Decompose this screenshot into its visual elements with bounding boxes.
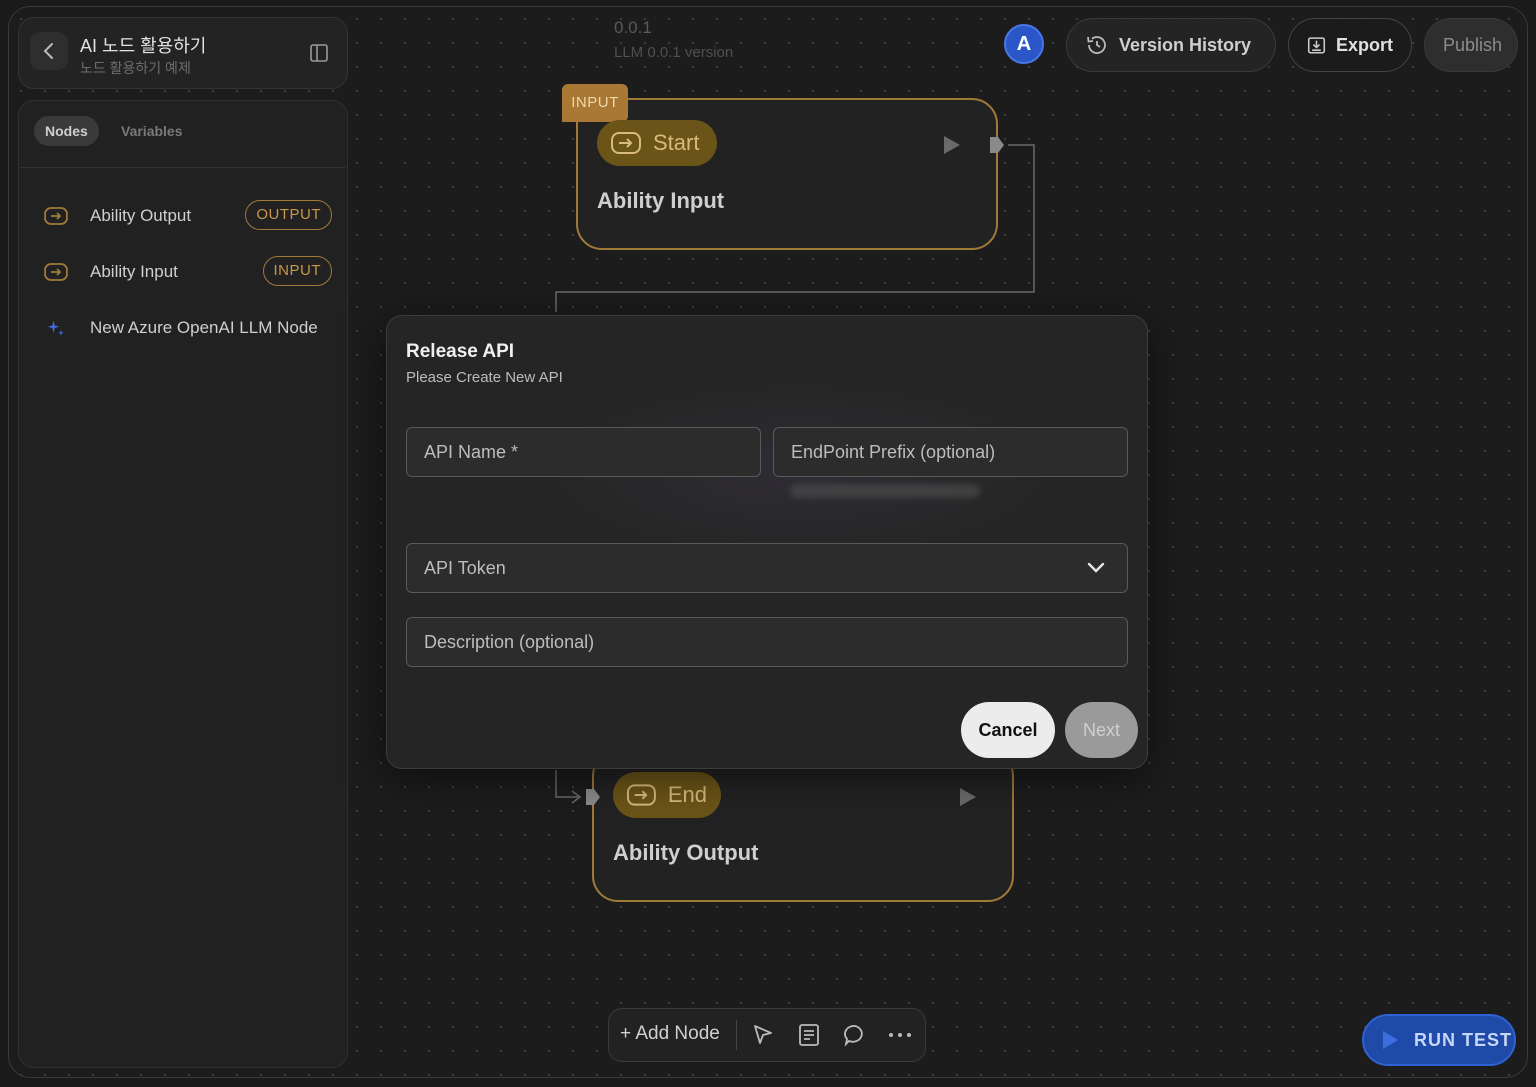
note-icon[interactable] (796, 1022, 822, 1048)
api-token-select-value: API Token (424, 558, 506, 578)
description-placeholder: Description (optional) (424, 632, 595, 652)
output-port-icon[interactable] (988, 135, 1006, 155)
start-pill: Start (597, 120, 717, 166)
chevron-down-icon (1087, 562, 1105, 573)
run-node-icon[interactable] (960, 788, 976, 806)
cancel-button[interactable]: Cancel (961, 702, 1055, 758)
io-arrow-icon (627, 784, 656, 806)
description-input[interactable]: Description (optional) (406, 617, 1128, 667)
endpoint-helper-text (790, 484, 980, 498)
api-name-placeholder: API Name * (424, 442, 519, 462)
run-node-icon[interactable] (944, 136, 960, 154)
end-pill: End (613, 772, 721, 818)
pointer-icon[interactable] (750, 1022, 776, 1048)
play-icon (1383, 1031, 1398, 1049)
start-pill-label: Start (653, 130, 700, 155)
more-icon[interactable] (887, 1022, 913, 1048)
run-test-button[interactable]: RUN TEST (1362, 1014, 1516, 1066)
input-port-icon[interactable] (584, 787, 602, 807)
dialog-subtitle: Please Create New API (406, 369, 563, 386)
endpoint-prefix-input[interactable]: EndPoint Prefix (optional) (773, 427, 1128, 477)
io-arrow-icon (611, 132, 641, 154)
api-name-input[interactable]: API Name * (406, 427, 761, 477)
run-test-label: RUN TEST (1414, 1029, 1512, 1050)
next-button[interactable]: Next (1065, 702, 1138, 758)
dialog-title: Release API (406, 341, 515, 362)
add-node-button[interactable]: + Add Node (620, 1023, 720, 1045)
node-type-tag: INPUT (562, 84, 628, 122)
end-pill-label: End (667, 782, 707, 807)
start-node-title: Ability Input (597, 188, 725, 213)
endpoint-prefix-placeholder: EndPoint Prefix (optional) (791, 442, 996, 462)
comment-icon[interactable] (842, 1022, 868, 1048)
api-token-select[interactable]: API Token (406, 543, 1128, 593)
toolbar-divider (736, 1020, 737, 1050)
end-node-title: Ability Output (613, 840, 759, 865)
